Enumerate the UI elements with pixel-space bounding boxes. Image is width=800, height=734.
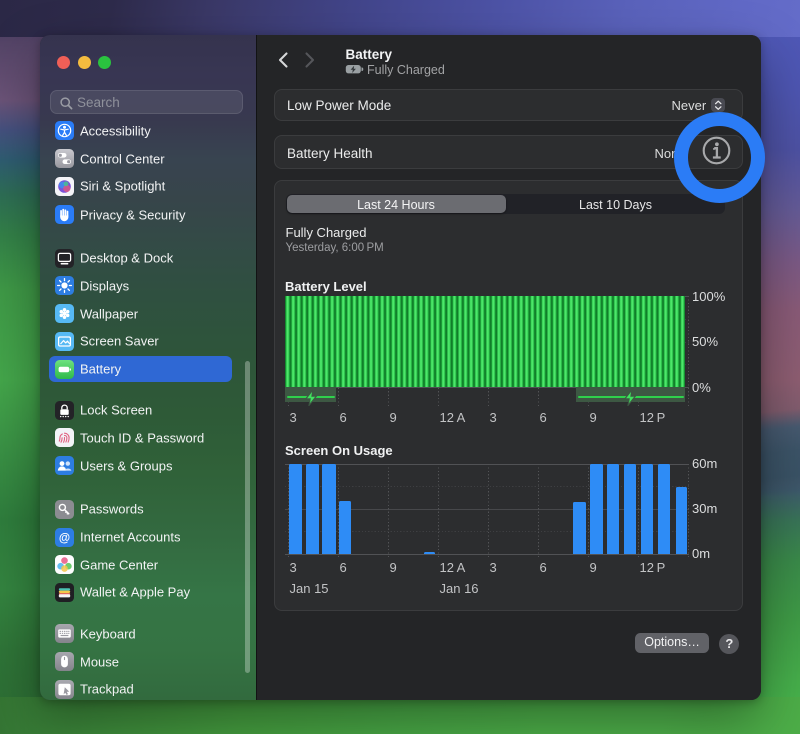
svg-text:@: @ <box>58 532 69 544</box>
